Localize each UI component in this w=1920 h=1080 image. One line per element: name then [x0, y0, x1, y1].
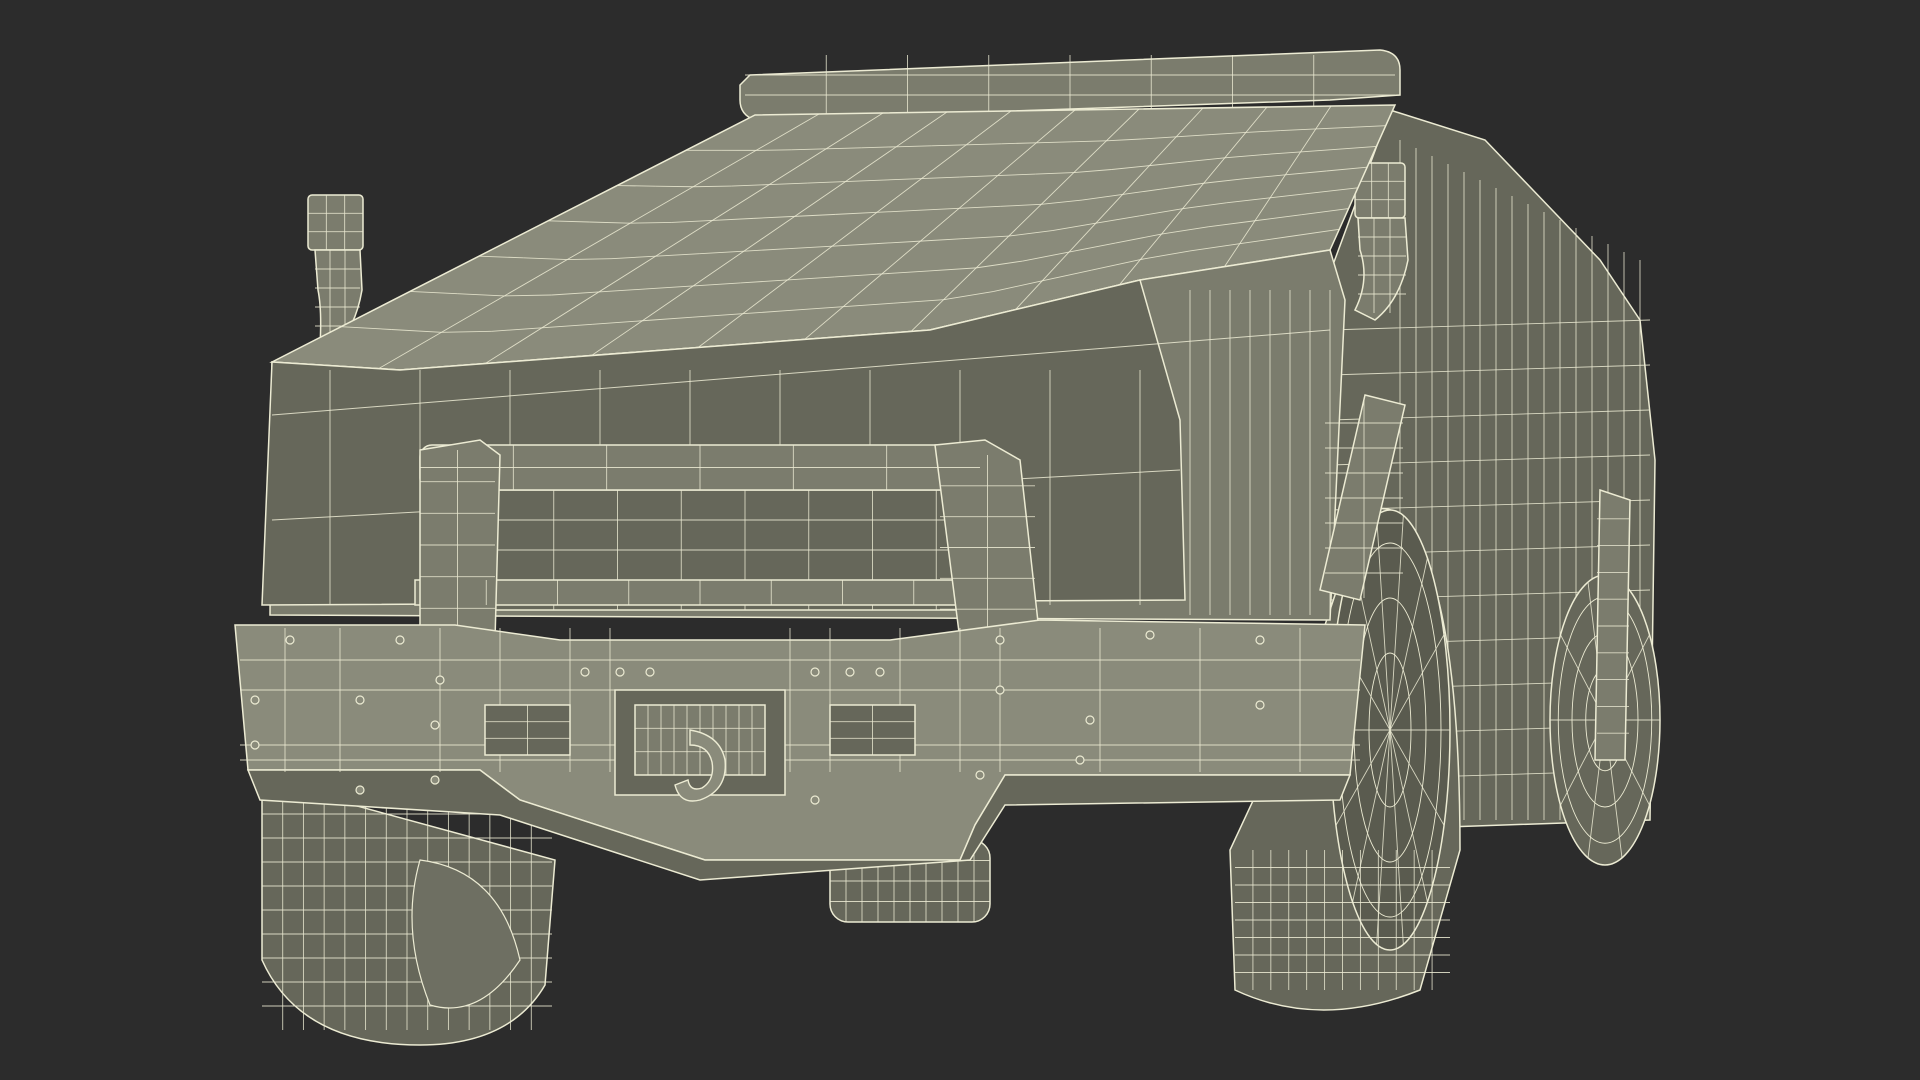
bolt: [1075, 755, 1085, 765]
bolt: [615, 667, 625, 677]
bolt: [430, 775, 440, 785]
bolt: [395, 635, 405, 645]
render-viewport: [0, 0, 1920, 1080]
bolt: [355, 785, 365, 795]
bolt: [1145, 630, 1155, 640]
bolt: [975, 770, 985, 780]
bolt: [430, 720, 440, 730]
bolt: [250, 740, 260, 750]
bolt: [1255, 635, 1265, 645]
right-tow-slot: [829, 704, 916, 756]
bolt: [580, 667, 590, 677]
bolt: [995, 635, 1005, 645]
bolt: [355, 695, 365, 705]
left-tow-slot: [484, 704, 571, 756]
bolt: [810, 667, 820, 677]
bolt: [810, 795, 820, 805]
bolt: [285, 635, 295, 645]
bolt: [435, 675, 445, 685]
bolt: [645, 667, 655, 677]
bolt: [1085, 715, 1095, 725]
bolt: [250, 695, 260, 705]
bolt: [1255, 700, 1265, 710]
bolt: [995, 685, 1005, 695]
bolt: [875, 667, 885, 677]
wireframe-render: [0, 0, 1920, 1080]
bolt: [845, 667, 855, 677]
